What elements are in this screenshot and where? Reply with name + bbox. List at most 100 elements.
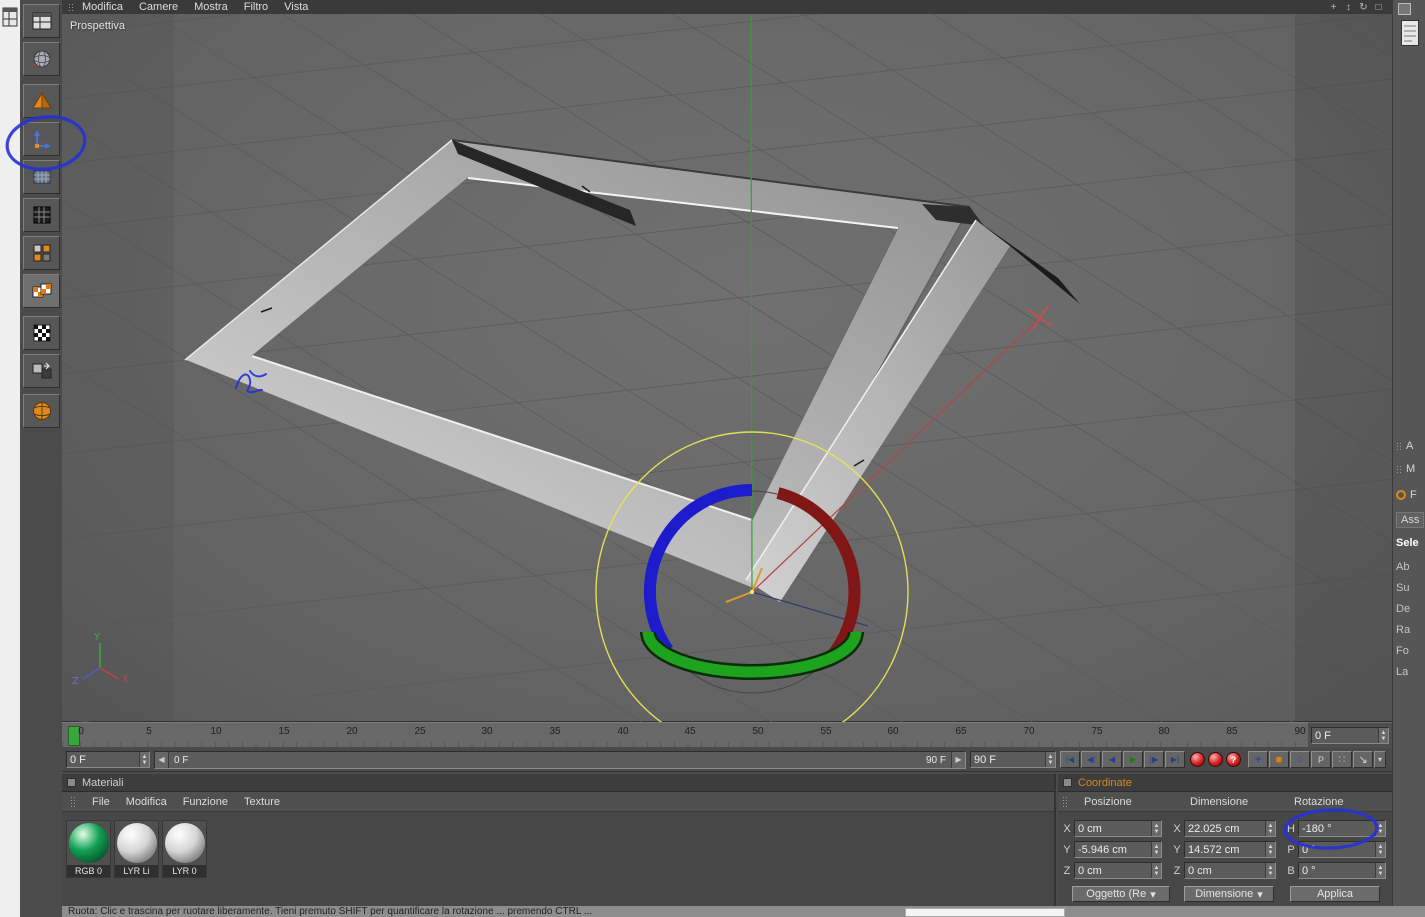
record-autokey-button[interactable]: [1208, 752, 1223, 767]
frame-object[interactable]: [184, 139, 1080, 602]
next-key-button[interactable]: |▶: [1144, 751, 1164, 768]
menubar-grip[interactable]: [68, 2, 74, 12]
slider-right-cap[interactable]: ▶: [951, 752, 965, 768]
window-layout-icon[interactable]: [2, 6, 19, 30]
oggetto-dropdown-button[interactable]: Oggetto (Re ▾: [1072, 886, 1170, 902]
stepper[interactable]: ▲ ▼: [1151, 842, 1161, 857]
dolly-view-icon[interactable]: ↕: [1341, 1, 1356, 14]
prev-frame-button[interactable]: ◀: [1102, 751, 1122, 768]
rotation-h-field[interactable]: -180 ° ▲ ▼: [1298, 820, 1386, 837]
prev-key-button[interactable]: ◀|: [1081, 751, 1101, 768]
right-panel-item[interactable]: M: [1396, 463, 1415, 475]
texture-boxes-tool-button[interactable]: [23, 274, 60, 308]
materials-menu-modifica[interactable]: Modifica: [126, 796, 167, 808]
menu-filtro[interactable]: Filtro: [244, 1, 268, 13]
material-preview-sphere[interactable]: [116, 823, 157, 863]
record-help-button[interactable]: ?: [1226, 752, 1241, 767]
link-button[interactable]: ↘: [1353, 751, 1373, 768]
right-panel-item[interactable]: Fo: [1396, 645, 1409, 657]
menu-mostra[interactable]: Mostra: [194, 1, 228, 13]
stepper-down-icon[interactable]: ▼: [1381, 736, 1387, 742]
goto-start-button[interactable]: |◀: [1060, 751, 1080, 768]
preview-range-slider[interactable]: ◀ 0 F 90 F ▶: [154, 751, 966, 769]
right-panel-tab[interactable]: Ass: [1396, 512, 1425, 528]
stepper[interactable]: ▲ ▼: [1375, 821, 1385, 836]
page-panel-icon[interactable]: [1401, 20, 1419, 46]
pan-view-icon[interactable]: +: [1326, 1, 1341, 14]
panel-dock-icon[interactable]: [1398, 3, 1411, 15]
menu-camere[interactable]: Camere: [139, 1, 178, 13]
timeline-ruler[interactable]: 0 5 10 15 20 25 30 35 40 45 50 55 60 65 …: [62, 722, 1308, 748]
frame-stepper[interactable]: ▲ ▼: [1378, 728, 1388, 743]
dimension-x-field[interactable]: 22.025 cm ▲ ▼: [1184, 820, 1276, 837]
matrix-tool-button[interactable]: [23, 198, 60, 232]
rotation-p-field[interactable]: 0 ° ▲ ▼: [1298, 841, 1386, 858]
dimension-y-field[interactable]: 14.572 cm ▲ ▼: [1184, 841, 1276, 858]
stepper[interactable]: ▲ ▼: [1151, 863, 1161, 878]
right-panel-item[interactable]: Ab: [1396, 561, 1409, 573]
materials-menu-file[interactable]: File: [92, 796, 110, 808]
pyramid-tool-button[interactable]: [23, 84, 60, 118]
range-end-stepper[interactable]: ▲ ▼: [1045, 752, 1055, 767]
rotation-b-field[interactable]: 0 ° ▲ ▼: [1298, 862, 1386, 879]
range-start-stepper[interactable]: ▲ ▼: [139, 752, 149, 767]
right-panel-item[interactable]: F: [1396, 489, 1417, 501]
dimensione-dropdown-button[interactable]: Dimensione ▾: [1184, 886, 1274, 902]
materials-menu-grip[interactable]: [70, 796, 76, 807]
swap-panels-tool-button[interactable]: [23, 354, 60, 388]
material-item[interactable]: LYR 0: [162, 820, 207, 878]
right-panel-item[interactable]: Ra: [1396, 624, 1410, 636]
dimension-z-field[interactable]: 0 cm ▲ ▼: [1184, 862, 1276, 879]
play-button[interactable]: ▶: [1123, 751, 1143, 768]
stepper[interactable]: ▲ ▼: [1375, 863, 1385, 878]
right-panel-item[interactable]: La: [1396, 666, 1408, 678]
stepper-down-icon[interactable]: ▼: [1048, 760, 1054, 766]
stepper-down-icon[interactable]: ▼: [142, 760, 148, 766]
grid-plane-tool-button[interactable]: [23, 160, 60, 194]
material-preview-sphere[interactable]: [164, 823, 205, 863]
viewport-canvas[interactable]: Y X Z: [0, 0, 1425, 753]
stepper[interactable]: ▲ ▼: [1265, 863, 1275, 878]
gizmo-center-dot[interactable]: [749, 589, 755, 595]
coordinates-grip[interactable]: [1062, 796, 1068, 807]
stepper[interactable]: ▲ ▼: [1151, 821, 1161, 836]
checker-tool-button[interactable]: [23, 316, 60, 350]
more-options-caret[interactable]: ▾: [1374, 751, 1386, 768]
material-preview-sphere[interactable]: [68, 823, 109, 863]
workplane-axis-tool-button[interactable]: [23, 122, 60, 156]
right-panel-item[interactable]: Su: [1396, 582, 1409, 594]
rotate-view-icon[interactable]: ↻: [1356, 1, 1371, 14]
slider-left-cap[interactable]: ◀: [155, 752, 169, 768]
material-item[interactable]: RGB 0: [66, 820, 111, 878]
applica-button[interactable]: Applica: [1290, 886, 1380, 902]
menu-vista[interactable]: Vista: [284, 1, 308, 13]
stepper[interactable]: ▲ ▼: [1265, 842, 1275, 857]
toggle-view-icon[interactable]: □: [1371, 1, 1386, 14]
materials-menu-texture[interactable]: Texture: [244, 796, 280, 808]
materials-menu-funzione[interactable]: Funzione: [183, 796, 228, 808]
range-end-spinner[interactable]: 90 F ▲ ▼: [970, 751, 1056, 768]
current-frame-field[interactable]: 0 F ▲ ▼: [1311, 727, 1389, 744]
range-start-spinner[interactable]: 0 F ▲ ▼: [66, 751, 150, 768]
stepper[interactable]: ▲ ▼: [1265, 821, 1275, 836]
sphere-segments-tool-button[interactable]: [23, 394, 60, 428]
position-z-field[interactable]: 0 cm ▲ ▼: [1074, 862, 1162, 879]
right-panel-item[interactable]: De: [1396, 603, 1410, 615]
goto-end-button[interactable]: ▶|: [1165, 751, 1185, 768]
grid-snap-button[interactable]: ∷: [1332, 751, 1352, 768]
scale-mode-button[interactable]: ■: [1269, 751, 1289, 768]
tiles-tool-button[interactable]: [23, 236, 60, 270]
position-y-field[interactable]: -5.946 cm ▲ ▼: [1074, 841, 1162, 858]
record-keyframe-button[interactable]: [1190, 752, 1205, 767]
position-x-field[interactable]: 0 cm ▲ ▼: [1074, 820, 1162, 837]
menu-modifica[interactable]: Modifica: [82, 1, 123, 13]
render-globe-tool-button[interactable]: [23, 42, 60, 76]
rotate-mode-button[interactable]: ○: [1290, 751, 1310, 768]
parent-mode-button[interactable]: P: [1311, 751, 1331, 768]
right-panel-item[interactable]: A: [1396, 440, 1413, 452]
stepper[interactable]: ▲ ▼: [1375, 842, 1385, 857]
material-item[interactable]: LYR Li: [114, 820, 159, 878]
viewport[interactable]: Y X Z Prospettiva: [0, 0, 1425, 753]
window-layout-tool-button[interactable]: [23, 4, 60, 38]
move-mode-button[interactable]: +: [1248, 751, 1268, 768]
